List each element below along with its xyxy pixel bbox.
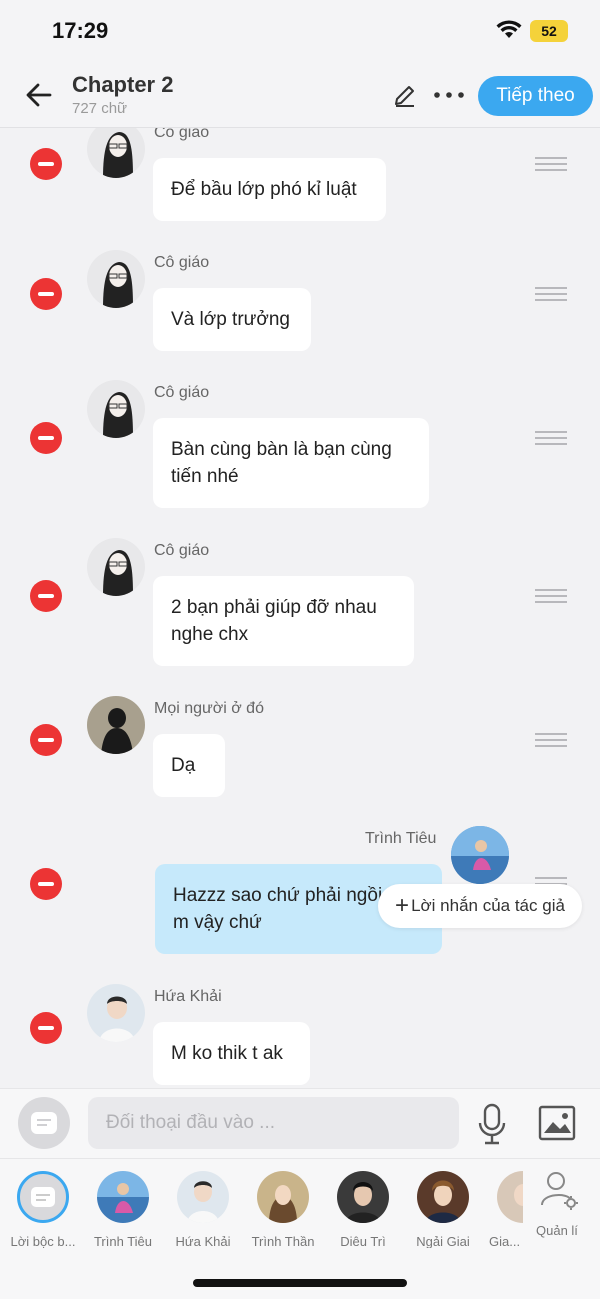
character-avatar: [497, 1171, 523, 1223]
speaker-name: Cô giáo: [154, 542, 210, 559]
character-hua-khai[interactable]: Hứa Khải: [163, 1169, 243, 1249]
character-label: Trình Tiêu: [93, 1234, 153, 1249]
character-label: Lời bộc b...: [10, 1234, 76, 1249]
character-label: Gia...: [489, 1234, 519, 1249]
character-narrator[interactable]: Lời bộc b...: [3, 1169, 83, 1249]
drag-handle-icon[interactable]: [535, 431, 567, 447]
avatar-teacher: [87, 250, 145, 308]
speaker-name: Hứa Khải: [154, 988, 222, 1005]
character-label: Diêu Trì: [340, 1234, 386, 1249]
avatar-hua-khai: [87, 984, 145, 1042]
drag-handle-icon[interactable]: [535, 589, 567, 605]
message-bubble[interactable]: Và lớp trưởng: [153, 288, 311, 351]
image-icon[interactable]: [538, 1105, 576, 1141]
status-bar: 17:29 52: [0, 0, 600, 62]
delete-message-button[interactable]: [30, 868, 62, 900]
character-avatar: [417, 1171, 469, 1223]
input-bar: [0, 1088, 600, 1158]
avatar-teacher: [87, 128, 145, 178]
author-note-label: Lời nhắn của tác giả: [411, 896, 565, 915]
message-bubble[interactable]: Bàn cùng bàn là bạn cùng tiến nhé: [153, 418, 429, 508]
word-count: 727 chữ: [72, 100, 128, 117]
character-gia[interactable]: Gia...: [483, 1169, 523, 1249]
character-selector: Lời bộc b... Trình Tiêu Hứa Khải Trình T…: [0, 1158, 600, 1249]
delete-message-button[interactable]: [30, 1012, 62, 1044]
manage-characters-button[interactable]: Quản lí: [536, 1169, 590, 1239]
narrator-avatar: [17, 1171, 69, 1223]
delete-message-button[interactable]: [30, 148, 62, 180]
narration-toggle-button[interactable]: [18, 1097, 70, 1149]
avatar-trinh-tieu: [451, 826, 509, 884]
speaker-name: Mọi người ở đó: [154, 700, 264, 717]
message-bubble[interactable]: Dạ: [153, 734, 225, 797]
message-bubble[interactable]: 2 bạn phải giúp đỡ nhau nghe chx: [153, 576, 414, 666]
chat-message-list[interactable]: Cô giáo Để bầu lớp phó kỉ luật Cô giáo V…: [0, 128, 600, 1088]
speaker-name: Cô giáo: [154, 384, 210, 401]
chapter-header: Chapter 2 727 chữ Tiếp theo: [0, 62, 600, 128]
chapter-title: Chapter 2: [72, 72, 174, 97]
plus-icon: +: [395, 892, 410, 919]
character-avatar: [257, 1171, 309, 1223]
character-label: Hứa Khải: [175, 1234, 231, 1249]
avatar-crowd: [87, 696, 145, 754]
home-indicator[interactable]: [193, 1279, 407, 1287]
drag-handle-icon[interactable]: [535, 287, 567, 303]
speaker-name: Trình Tiêu: [365, 830, 437, 847]
drag-handle-icon[interactable]: [535, 733, 567, 749]
battery-indicator: 52: [530, 20, 568, 42]
character-trinh-than[interactable]: Trình Thần: [243, 1169, 323, 1249]
delete-message-button[interactable]: [30, 580, 62, 612]
drag-handle-icon[interactable]: [535, 157, 567, 173]
message-bubble[interactable]: M ko thik t ak: [153, 1022, 310, 1085]
character-dieu-tri[interactable]: Diêu Trì: [323, 1169, 403, 1249]
back-arrow-icon[interactable]: [24, 80, 54, 110]
microphone-icon[interactable]: [476, 1103, 508, 1145]
character-label: Trình Thần: [251, 1234, 315, 1249]
wifi-icon: [496, 20, 522, 38]
manage-label: Quản lí: [536, 1223, 578, 1238]
delete-message-button[interactable]: [30, 724, 62, 756]
delete-message-button[interactable]: [30, 422, 62, 454]
character-avatar: [177, 1171, 229, 1223]
dialogue-input[interactable]: [88, 1097, 459, 1149]
character-ngai-giai[interactable]: Ngải Giai: [403, 1169, 483, 1249]
chat-bubble-icon: [31, 1112, 57, 1134]
author-note-button[interactable]: + Lời nhắn của tác giả: [378, 884, 582, 928]
character-avatar: [337, 1171, 389, 1223]
avatar-teacher: [87, 538, 145, 596]
character-trinh-tieu[interactable]: Trình Tiêu: [83, 1169, 163, 1249]
pencil-icon[interactable]: [392, 82, 418, 108]
more-options-icon[interactable]: [432, 82, 466, 108]
status-time: 17:29: [52, 18, 109, 43]
avatar-teacher: [87, 380, 145, 438]
bottom-safe-area: [0, 1248, 600, 1299]
next-button[interactable]: Tiếp theo: [478, 76, 593, 116]
character-label: Ngải Giai: [416, 1234, 470, 1249]
speaker-name: Cô giáo: [154, 128, 210, 141]
speaker-name: Cô giáo: [154, 254, 210, 271]
message-bubble[interactable]: Để bầu lớp phó kỉ luật: [153, 158, 386, 221]
battery-level: 52: [541, 23, 557, 39]
delete-message-button[interactable]: [30, 278, 62, 310]
user-settings-icon: [541, 1172, 578, 1210]
character-avatar: [97, 1171, 149, 1223]
